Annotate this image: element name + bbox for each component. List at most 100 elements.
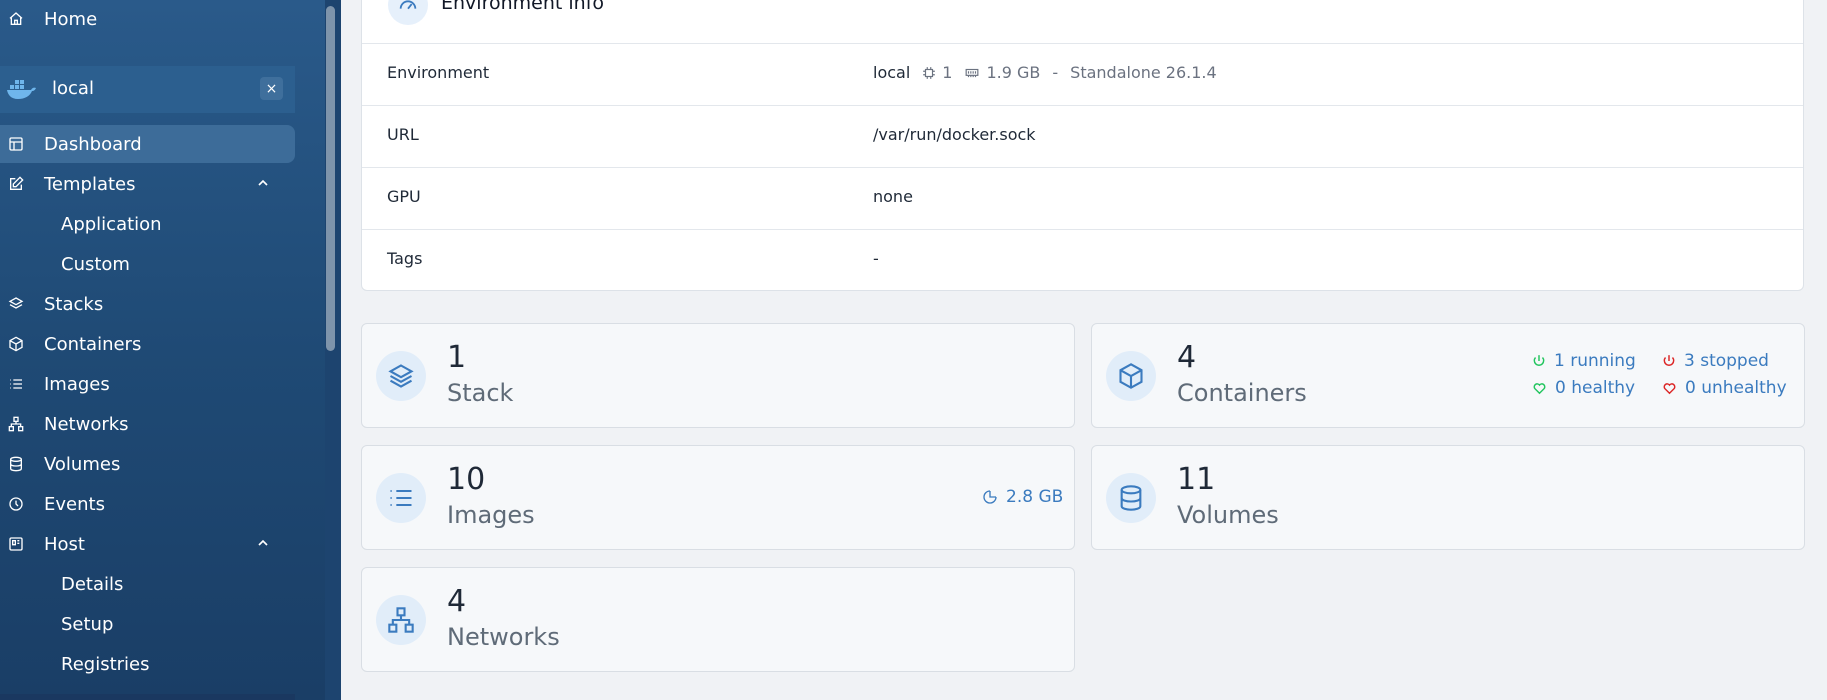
environment-info-card: Environment info Environment local 1 1.9…: [361, 0, 1804, 291]
stat-label: Stack: [447, 379, 514, 407]
env-row-tags: Tags -: [362, 229, 1803, 291]
row-value: none: [873, 187, 913, 206]
sidebar-item-label: Application: [61, 213, 162, 235]
row-value: /var/run/docker.sock: [873, 125, 1036, 144]
chevron-up-icon[interactable]: [255, 535, 271, 551]
environment-info-header: Environment info: [362, 0, 1803, 44]
stat-label: Containers: [1177, 379, 1307, 407]
list-icon: [376, 473, 426, 523]
sidebar-item-stacks[interactable]: Stacks: [0, 285, 295, 323]
stat-count: 11: [1177, 462, 1216, 497]
heart-icon: [1663, 383, 1676, 395]
sidebar-item-events[interactable]: Events: [0, 485, 295, 523]
sidebar-item-setup[interactable]: Setup: [0, 605, 295, 643]
row-label: URL: [387, 125, 419, 144]
sidebar-item-label: Details: [61, 573, 124, 595]
stat-count: 10: [447, 462, 486, 497]
layers-icon: [7, 295, 25, 313]
power-icon: [1533, 355, 1545, 366]
sidebar-item-label: Custom: [61, 253, 130, 275]
running-badge: 1 running: [1532, 351, 1636, 371]
stat-label: Volumes: [1177, 501, 1279, 529]
edit-icon: [7, 175, 25, 193]
sidebar-item-application[interactable]: Application: [0, 205, 295, 243]
sidebar-item-label: Registries: [61, 653, 150, 675]
main-content: Environment info Environment local 1 1.9…: [341, 0, 1827, 700]
sidebar-item-registries[interactable]: Registries: [0, 645, 295, 683]
pie-chart-icon: [983, 490, 997, 504]
unhealthy-badge: 0 unhealthy: [1662, 378, 1787, 398]
memory-info: 1.9 GB: [964, 63, 1040, 82]
images-size: 2.8 GB: [1006, 487, 1064, 507]
sidebar-item-home[interactable]: Home: [0, 0, 295, 38]
sidebar-item-label: Host: [44, 533, 85, 555]
sidebar-item-templates[interactable]: Templates: [0, 165, 295, 203]
unhealthy-count: 0 unhealthy: [1685, 378, 1787, 398]
row-label: Environment: [387, 63, 490, 82]
dashboard-icon: [7, 135, 25, 153]
stat-count: 4: [447, 584, 467, 619]
close-environment-button[interactable]: ×: [260, 77, 283, 100]
power-icon: [1663, 355, 1675, 366]
chevron-up-icon[interactable]: [255, 175, 271, 191]
stopped-badge: 3 stopped: [1662, 351, 1769, 371]
sidebar-item-label: Volumes: [44, 453, 121, 475]
stat-count: 1: [447, 340, 467, 375]
layers-icon: [376, 351, 426, 401]
stack-stat-card[interactable]: 1 Stack: [361, 323, 1075, 428]
box-icon: [7, 335, 25, 353]
stat-label: Images: [447, 501, 535, 529]
cpu-count: 1: [942, 63, 953, 82]
list-icon: [7, 375, 25, 393]
sidebar-item-label: Images: [44, 373, 110, 395]
cpu-icon: [923, 66, 936, 79]
sidebar-item-containers[interactable]: Containers: [0, 325, 295, 363]
volumes-stat-card[interactable]: 11 Volumes: [1091, 445, 1805, 550]
row-value: local 1 1.9 GB - Standalone 26.1.4: [873, 63, 1217, 82]
clock-icon: [7, 495, 25, 513]
images-size-badge: 2.8 GB: [982, 487, 1063, 507]
sidebar-item-label: Events: [44, 493, 105, 515]
stat-label: Networks: [447, 623, 560, 651]
images-stat-card[interactable]: 10 Images 2.8 GB: [361, 445, 1075, 550]
sidebar-item-label: Home: [44, 8, 98, 30]
networks-stat-card[interactable]: 4 Networks: [361, 567, 1075, 672]
heart-icon: [1533, 383, 1546, 395]
env-row-environment: Environment local 1 1.9 GB - Standalone …: [362, 43, 1803, 106]
sidebar-item-dashboard[interactable]: Dashboard: [0, 125, 295, 163]
separator: -: [1052, 63, 1059, 82]
sidebar-item-label: Containers: [44, 333, 142, 355]
sidebar-item-label: Dashboard: [44, 133, 142, 155]
database-icon: [1106, 473, 1156, 523]
home-icon: [7, 10, 25, 28]
row-label: Tags: [387, 249, 423, 268]
sidebar-item-images[interactable]: Images: [0, 365, 295, 403]
sidebar-item-networks[interactable]: Networks: [0, 405, 295, 443]
sidebar-item-label: Stacks: [44, 293, 104, 315]
cpu-info: 1: [922, 63, 952, 82]
env-row-url: URL /var/run/docker.sock: [362, 105, 1803, 168]
sidebar-item-custom[interactable]: Custom: [0, 245, 295, 283]
gauge-icon: [388, 0, 428, 25]
stat-count: 4: [1177, 340, 1197, 375]
close-icon: ×: [265, 80, 278, 97]
sidebar-item-details[interactable]: Details: [0, 565, 295, 603]
network-icon: [376, 595, 426, 645]
row-label: GPU: [387, 187, 421, 206]
stopped-count: 3 stopped: [1684, 351, 1769, 371]
environment-name: local: [52, 78, 94, 99]
sidebar-item-host[interactable]: Host: [0, 525, 295, 563]
sidebar-item-label: Networks: [44, 413, 129, 435]
sidebar-item-volumes[interactable]: Volumes: [0, 445, 295, 483]
running-count: 1 running: [1554, 351, 1636, 371]
memory-size: 1.9 GB: [986, 63, 1041, 82]
network-icon: [7, 415, 25, 433]
containers-stat-card[interactable]: 4 Containers 1 running 3 stopped 0 healt…: [1091, 323, 1805, 428]
page-title: Environment info: [441, 0, 604, 14]
sidebar-item-label: Templates: [44, 173, 136, 195]
environment-row[interactable]: local ×: [0, 66, 295, 113]
sidebar-footer: [0, 694, 295, 700]
sidebar-scrollbar-thumb[interactable]: [326, 6, 335, 351]
host-icon: [7, 535, 25, 553]
healthy-count: 0 healthy: [1555, 378, 1636, 398]
